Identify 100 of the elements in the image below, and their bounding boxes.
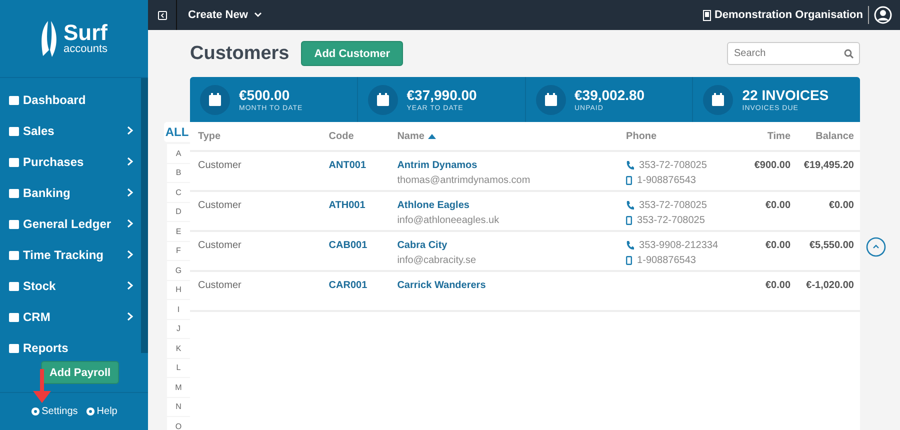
sidebar-item[interactable]: Sales — [0, 115, 141, 146]
letter-filter-tab[interactable]: E — [167, 222, 190, 240]
column-header[interactable]: Time — [727, 130, 791, 142]
letter-filter-tab[interactable]: C — [167, 183, 190, 202]
sidebar-item[interactable]: General Ledger — [0, 208, 141, 239]
customer-code-link[interactable]: ATH001 — [328, 200, 366, 211]
email-text: info@cabracity.se — [397, 255, 476, 266]
table-cell: €0.00 — [765, 200, 791, 211]
customer-code-link[interactable]: ANT001 — [328, 160, 366, 171]
column-header[interactable]: Balance — [790, 130, 860, 142]
letter-filter-tab[interactable]: N — [167, 398, 190, 416]
mobile-number: 1-908876543 — [637, 175, 696, 186]
caret-icon — [254, 12, 262, 18]
table-cell: €900.00 — [754, 160, 791, 171]
stat-value: €500.00 — [239, 87, 291, 103]
stat-value: €39,002.80 — [574, 87, 645, 103]
letter-filter-tab[interactable]: J — [167, 320, 190, 338]
footer-link-icon — [86, 407, 95, 416]
mobile-phone-icon — [626, 176, 632, 185]
stat-value: 22 INVOICES — [742, 87, 829, 103]
column-header[interactable]: Code — [320, 130, 390, 142]
table-cell: Customer — [198, 200, 242, 211]
mobile-number: 353-72-708025 — [637, 215, 705, 226]
sidebar-item[interactable]: Banking — [0, 177, 141, 208]
column-header[interactable]: Phone — [618, 130, 728, 142]
phone-number: 353-72-708025 — [639, 160, 707, 171]
stat-value: €37,990.00 — [406, 87, 477, 103]
search-field[interactable]: Search — [727, 42, 860, 65]
chevron-right-icon — [127, 157, 133, 166]
scrollbar[interactable] — [141, 78, 148, 353]
logo-tagline: accounts — [63, 44, 108, 55]
column-header[interactable]: Name — [389, 130, 618, 142]
letter-filter-tab[interactable]: B — [167, 164, 190, 182]
letter-filter-tab[interactable]: M — [167, 378, 190, 396]
chevron-right-icon — [127, 126, 133, 135]
footer-link[interactable]: Help — [86, 406, 118, 417]
footer-link[interactable]: Settings — [30, 406, 78, 417]
sidebar-item[interactable]: Stock — [0, 270, 141, 301]
customer-name-link[interactable]: Antrim Dynamos — [397, 160, 478, 171]
table-cell: Customer — [198, 280, 242, 291]
sidebar-item[interactable]: Purchases — [0, 146, 141, 177]
chevron-right-icon — [127, 188, 133, 197]
table-cell: €-1,020.00 — [806, 280, 854, 291]
building-icon — [703, 10, 712, 20]
table-cell: €5,550.00 — [809, 240, 854, 251]
letter-filter-tab[interactable]: O — [167, 417, 190, 430]
add-payroll-button[interactable]: Add Payroll — [41, 361, 119, 384]
logo-name: Surf — [63, 22, 108, 44]
letter-filter-tab[interactable]: A — [167, 144, 190, 162]
letter-filter-tab[interactable]: D — [167, 202, 190, 221]
customer-code-link[interactable]: CAR001 — [328, 280, 368, 291]
table-cell: €19,495.20 — [804, 160, 854, 171]
table-cell: €0.00 — [828, 200, 854, 211]
mobile-number: 1-908876543 — [637, 255, 696, 266]
letter-filter-tab[interactable]: L — [167, 358, 190, 377]
mobile-phone-icon — [626, 256, 632, 265]
page-title: Customers — [190, 42, 290, 64]
letter-filter-tab[interactable]: F — [167, 242, 190, 260]
stat-icon — [368, 84, 398, 114]
column-header[interactable]: Type — [190, 130, 321, 142]
phone-icon — [626, 201, 634, 210]
customer-name-link[interactable]: Carrick Wanderers — [397, 280, 486, 291]
letter-filter-tab[interactable]: K — [167, 339, 190, 358]
customer-name-link[interactable]: Cabra City — [397, 240, 448, 251]
letter-filter-tab[interactable]: H — [167, 280, 190, 299]
add-customer-button[interactable]: Add Customer — [301, 41, 404, 66]
stat-icon — [703, 84, 734, 114]
chevron-right-icon — [127, 312, 133, 321]
sidebar-item[interactable]: Time Tracking — [0, 239, 141, 270]
mobile-phone-icon — [626, 216, 632, 225]
chevron-right-icon — [127, 219, 133, 228]
collapse-icon — [158, 10, 166, 20]
letter-filter-tab[interactable]: G — [167, 261, 190, 280]
customer-code-link[interactable]: CAB001 — [328, 240, 368, 251]
phone-icon — [626, 241, 634, 250]
search-icon — [844, 49, 854, 59]
create-new-menu[interactable]: Create New — [188, 9, 704, 21]
scroll-to-top-button[interactable] — [866, 237, 886, 257]
sort-ascending-icon — [428, 134, 436, 138]
phone-icon — [626, 161, 634, 170]
sidebar-item[interactable]: Dashboard — [0, 84, 141, 115]
stat-icon — [536, 84, 566, 114]
arrow-icon — [33, 369, 51, 403]
phone-number: 353-72-708025 — [639, 200, 707, 211]
table-cell: €0.00 — [765, 240, 791, 251]
email-text: thomas@antrimdynamos.com — [397, 175, 530, 186]
sidebar-item[interactable]: Reports — [0, 332, 141, 363]
customer-name-link[interactable]: Athlone Eagles — [397, 200, 470, 211]
letter-filter-tab[interactable]: ALL — [164, 122, 190, 142]
chevron-right-icon — [127, 281, 133, 290]
footer-link-icon — [30, 407, 40, 416]
organisation-menu[interactable]: Demonstration Organisation — [703, 6, 869, 24]
phone-number: 353-9908-212334 — [639, 240, 718, 251]
chevron-right-icon — [127, 250, 133, 259]
sidebar-item[interactable]: CRM — [0, 301, 141, 332]
table-cell: €0.00 — [765, 280, 791, 291]
table-cell: Customer — [198, 160, 242, 171]
letter-filter-tab[interactable]: I — [167, 300, 190, 318]
stat-icon — [200, 84, 230, 114]
user-avatar-icon[interactable] — [874, 6, 892, 24]
